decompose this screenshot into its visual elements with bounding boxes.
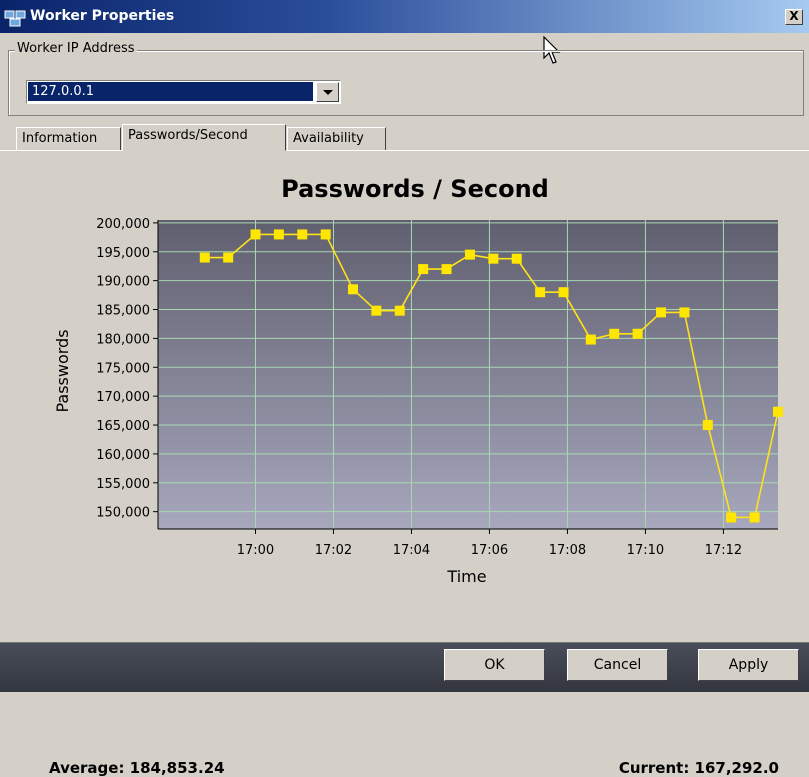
data-point	[273, 229, 284, 240]
data-point	[250, 229, 261, 240]
data-point	[749, 512, 760, 523]
data-point	[320, 229, 331, 240]
passwords-chart: Passwords / Second 150,000 155,000 160,000…	[53, 175, 783, 586]
data-point	[558, 287, 569, 298]
data-point	[464, 249, 475, 260]
data-point	[702, 420, 713, 431]
data-point	[347, 284, 358, 295]
y-tick-label: 200,000	[96, 217, 150, 232]
data-point	[656, 307, 667, 318]
x-tick-label: 17:12	[705, 543, 742, 558]
button-bar	[0, 642, 809, 692]
y-tick-label: 190,000	[96, 275, 150, 290]
cancel-button[interactable]: Cancel	[567, 649, 668, 681]
data-point	[535, 287, 546, 298]
data-point	[488, 253, 499, 264]
data-point	[394, 305, 405, 316]
x-tick-label: 17:04	[393, 543, 430, 558]
close-button[interactable]: X	[785, 9, 803, 25]
apply-button[interactable]: Apply	[698, 649, 799, 681]
data-point	[679, 307, 690, 318]
chevron-down-icon[interactable]	[316, 82, 339, 102]
ok-button[interactable]: OK	[444, 649, 545, 681]
x-tick-label: 17:02	[315, 543, 352, 558]
y-tick-label: 180,000	[96, 332, 150, 347]
tab-availability[interactable]: Availability	[287, 127, 386, 151]
data-point	[441, 264, 452, 275]
average-stat: Average: 184,853.24	[49, 759, 225, 777]
y-tick-label: 170,000	[96, 390, 150, 405]
data-point	[585, 334, 596, 345]
x-axis-ticks: 17:00 17:02 17:04 17:06 17:08 17:10 17:12	[237, 529, 742, 558]
worker-ip-select[interactable]: 127.0.0.1	[26, 80, 341, 104]
data-point	[418, 264, 429, 275]
y-tick-label: 150,000	[96, 506, 150, 521]
tab-passwords-second[interactable]: Passwords/Second	[122, 124, 286, 151]
x-tick-label: 17:08	[549, 543, 586, 558]
y-tick-label: 165,000	[96, 419, 150, 434]
y-tick-label: 185,000	[96, 304, 150, 319]
x-tick-label: 17:06	[471, 543, 508, 558]
tab-panel: Passwords / Second 150,000 155,000 160,000…	[0, 150, 809, 777]
data-point	[773, 406, 783, 417]
data-point	[726, 512, 737, 523]
chart-title: Passwords / Second	[281, 175, 549, 203]
tab-information[interactable]: Information	[16, 127, 121, 151]
y-tick-label: 155,000	[96, 477, 150, 492]
worker-ip-value: 127.0.0.1	[28, 82, 313, 101]
data-point	[632, 328, 643, 339]
worker-ip-label: Worker IP Address	[15, 41, 137, 56]
data-point	[511, 253, 522, 264]
data-point	[609, 328, 620, 339]
y-axis-ticks: 150,000 155,000 160,000 165,000 170,000 175,0…	[96, 217, 158, 521]
data-point	[223, 252, 234, 263]
y-tick-label: 160,000	[96, 448, 150, 463]
x-tick-label: 17:10	[627, 543, 664, 558]
y-tick-label: 175,000	[96, 361, 150, 376]
y-tick-label: 195,000	[96, 246, 150, 261]
x-tick-label: 17:00	[237, 543, 274, 558]
current-stat: Current: 167,292.0	[618, 759, 779, 777]
data-point	[371, 305, 382, 316]
data-point	[297, 229, 308, 240]
window-title: Worker Properties	[30, 8, 175, 24]
y-axis-label: Passwords	[53, 329, 72, 412]
network-app-icon	[4, 10, 26, 27]
data-point	[199, 252, 210, 263]
x-axis-label: Time	[446, 567, 486, 586]
title-bar: Worker Properties X	[0, 0, 809, 33]
